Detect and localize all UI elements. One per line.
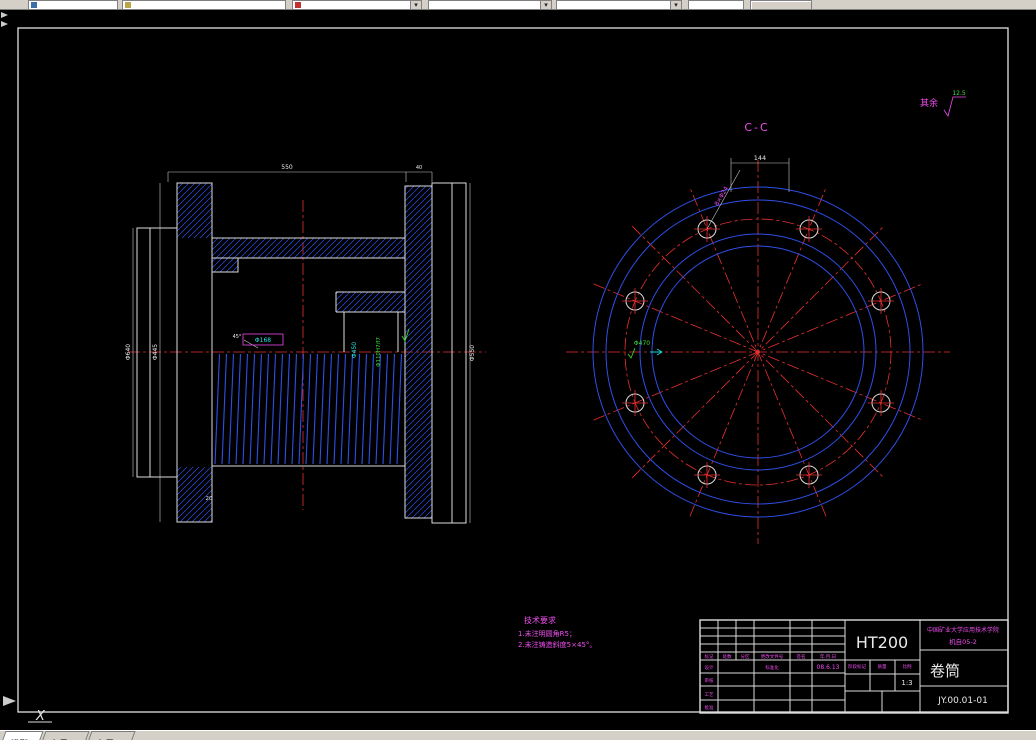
toolbar-color-dropdown[interactable]: ▾ (292, 0, 422, 9)
label-design: 设计 (705, 664, 714, 671)
chevron-down-icon[interactable]: ▾ (410, 1, 421, 9)
label-mark: 标记 (705, 653, 714, 660)
dim-550 (167, 171, 407, 182)
date-value: 08.6.13 (817, 664, 840, 671)
hatch-barrel-wall (212, 238, 405, 258)
chevron-down-icon[interactable]: ▾ (540, 1, 551, 9)
toolbar-linetype-dropdown[interactable]: ▾ (428, 0, 552, 9)
drawing-canvas[interactable]: 550 40 Φ640 Φ445 Φ550 45° 20 Φ168 Φ450 Φ… (0, 10, 1036, 730)
toolbar-button[interactable] (750, 0, 812, 9)
dim-text-550: 550 (281, 164, 293, 171)
rope-grooves (214, 354, 402, 464)
label-weight: 质量 (878, 663, 887, 670)
section-view-cc: C-C 144 8×Φ24 Φ470 (566, 121, 950, 544)
section-label: C-C (744, 121, 769, 134)
hatch-hub-bottom (177, 467, 212, 522)
chevron-down-icon[interactable]: ▾ (670, 1, 681, 9)
ucs-icon: X (28, 709, 52, 724)
label-doc-no: 更改文件号 (761, 653, 784, 660)
layer-state-icon (125, 2, 131, 8)
hatch-left-step (212, 258, 238, 272)
dim-text-40: 40 (416, 165, 422, 171)
label-review: 审核 (705, 677, 714, 684)
flyout-arrow-icon[interactable] (3, 696, 16, 706)
flyout-arrow-icon[interactable] (1, 21, 8, 27)
dim-text-bore-fit: Φ110H7/f7 (376, 337, 382, 367)
label-count: 处数 (723, 653, 732, 660)
tab-model[interactable]: 模型 (0, 731, 44, 740)
end-cap (431, 182, 467, 524)
label-process: 工艺 (705, 692, 714, 698)
dim-text-circle-dia: Φ470 (634, 340, 650, 347)
color-swatch-icon (295, 2, 301, 8)
label-zone: 分区 (741, 653, 750, 660)
title-block: HT200 中国矿业大学应用技术学院 机自05-2 卷筒 JY.00.01-01… (699, 619, 1009, 714)
hatch-inner-hub (336, 292, 405, 312)
bolt-hole (796, 216, 822, 242)
toolbar-field-small[interactable] (688, 0, 744, 9)
dim-text-bore-cyan: Φ450 (351, 342, 358, 358)
sheet-border (17, 27, 1009, 713)
label-standard: 标准化 (765, 664, 779, 671)
label-sign: 签名 (797, 653, 806, 660)
bolt-hole (694, 462, 720, 488)
label-stage: 阶段标记 (848, 663, 866, 670)
tech-title: 技术要求 (524, 615, 556, 625)
part-name: 卷筒 (930, 662, 960, 680)
surface-value: 12.5 (952, 90, 966, 97)
flyout-arrow-icons[interactable] (1, 12, 16, 706)
dim-text-chamfer: 45° (233, 334, 242, 340)
tab-layout2[interactable]: 布局2 (86, 731, 136, 740)
dim-text-left-inner: Φ445 (152, 344, 159, 360)
dim-text-hub-box: Φ168 (255, 337, 271, 344)
toolbar-lineweight-dropdown[interactable]: ▾ (556, 0, 682, 9)
dim-text-left-outer: Φ640 (125, 344, 132, 360)
material-spec: HT200 (856, 633, 908, 652)
cad-window: ▾ ▾ ▾ 550 40 Φ640 Φ445 Φ550 45° 20 Φ168 … (0, 0, 1036, 740)
dim-40 (406, 171, 433, 182)
center-spokes (566, 160, 950, 544)
roughness-icon (627, 347, 636, 359)
surface-prefix: 其余 (920, 97, 938, 109)
label-scale: 比例 (903, 663, 912, 670)
class-number: 机自05-2 (949, 637, 977, 646)
bolt-hole (868, 390, 894, 416)
bolt-hole (868, 288, 894, 314)
roughness-icon (943, 96, 966, 117)
title-block-labels: 标记 处数 分区 更改文件号 签名 年.月.日 设计 标准化 审核 工艺 批准 … (705, 653, 912, 711)
drawing-number: JY.00.01-01 (937, 696, 988, 706)
tab-layout1[interactable]: 布局1 (40, 731, 90, 740)
dim-text-144: 144 (754, 154, 766, 162)
tech-requirements: 技术要求 1.未注明圆角R5； 2.未注铸造斜度5×45°。 (518, 615, 596, 649)
dim-text-right-flange: Φ550 (469, 345, 476, 361)
bolt-hole (796, 462, 822, 488)
label-date: 年.月.日 (820, 653, 836, 660)
school-name: 中国矿业大学应用技术学院 (927, 626, 999, 634)
bolt-hole (622, 390, 648, 416)
toolbar-field-layer-state[interactable] (122, 0, 286, 9)
side-view: 550 40 Φ640 Φ445 Φ550 45° 20 Φ168 Φ450 Φ… (125, 164, 486, 524)
hatch-right-flange (405, 186, 432, 518)
tech-item-1: 1.未注明圆角R5； (518, 629, 576, 638)
hatch-hub-top (177, 183, 212, 238)
scale-value: 1:3 (901, 679, 912, 687)
dim-text-bottom-left: 20 (206, 496, 213, 502)
flyout-arrow-icon[interactable] (1, 12, 8, 18)
surface-finish-note: 其余 12.5 (920, 90, 966, 117)
layer-icon (31, 2, 37, 8)
toolbar-field-layer[interactable] (28, 0, 118, 9)
tech-item-2: 2.未注铸造斜度5×45°。 (518, 640, 596, 649)
toolbar-strip: ▾ ▾ ▾ (0, 0, 1036, 10)
layout-tabs: 模型 布局1 布局2 (0, 730, 1036, 740)
label-approve: 批准 (705, 704, 714, 711)
bolt-hole (622, 288, 648, 314)
